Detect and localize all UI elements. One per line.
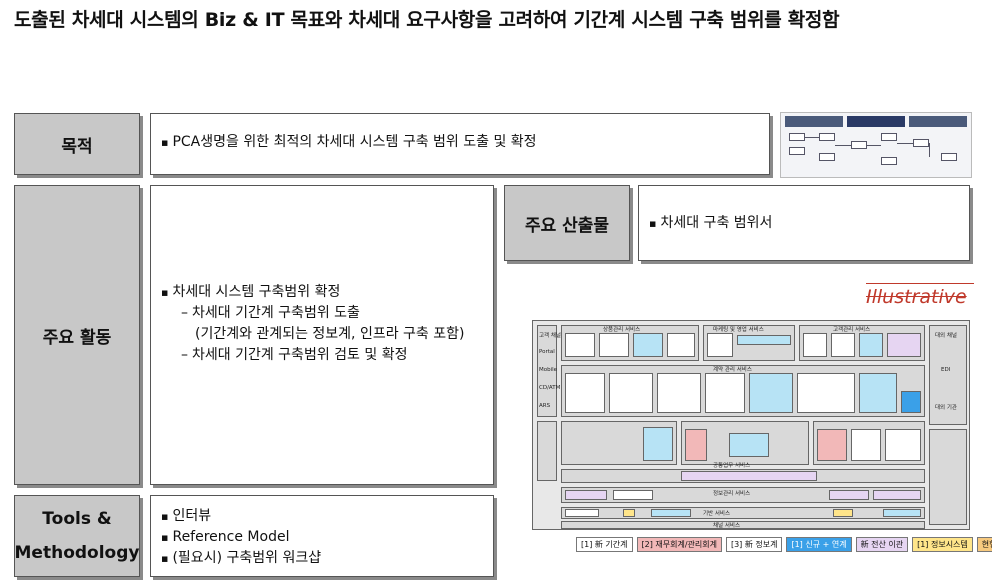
page-title: 도출된 차세대 시스템의 Biz & IT 목표와 차세대 요구사항을 고려하여… bbox=[14, 9, 840, 31]
diagram-legend: [1] 新 기간계 [2] 재무회계/관리회계 [3] 新 정보계 [1] 신규… bbox=[576, 537, 992, 552]
info-service-title: 정보관리 서비스 bbox=[713, 491, 751, 497]
purpose-label-text: 목적 bbox=[61, 136, 93, 157]
infra-service bbox=[561, 507, 925, 519]
activities-label: 주요 활동 bbox=[14, 185, 140, 485]
marketing-service-title: 마케팅 및 영업 서비스 bbox=[713, 327, 764, 333]
tools-label: Tools & Methodology bbox=[14, 495, 140, 577]
activities-sub1: 차세대 기간계 구축범위 도출 bbox=[161, 303, 483, 324]
external-1: EDI bbox=[941, 367, 951, 373]
purpose-label: 목적 bbox=[14, 113, 140, 175]
channel-2: Mobile bbox=[539, 367, 558, 373]
outputs-content: 차세대 구축 범위서 bbox=[638, 185, 970, 261]
tools-label-line1: Tools & bbox=[42, 509, 112, 529]
purpose-bullet: PCA생명을 위한 최적의 차세대 시스템 구축 범위 도출 및 확정 bbox=[161, 132, 759, 153]
legend-2: [3] 新 정보계 bbox=[725, 537, 783, 552]
tools-item-0: 인터뷰 bbox=[161, 506, 483, 527]
external-0: 대외 채널 bbox=[935, 333, 957, 339]
illustrative-label: Illustrative bbox=[866, 286, 967, 308]
activities-bullet: 차세대 시스템 구축범위 확정 bbox=[161, 282, 483, 303]
outputs-label: 주요 산출물 bbox=[504, 185, 630, 261]
tools-item-2: (필요시) 구축범위 워크샵 bbox=[161, 548, 483, 569]
process-thumbnail bbox=[780, 112, 972, 178]
channel-service bbox=[561, 521, 925, 529]
channel-0: 고객 채널 bbox=[539, 333, 561, 339]
channel-service-title: 채널 서비스 bbox=[713, 523, 741, 529]
external-2: 대외 기관 bbox=[935, 405, 957, 411]
legend-0: [1] 新 기간계 bbox=[576, 537, 633, 552]
activities-content: 차세대 시스템 구축범위 확정 차세대 기간계 구축범위 도출 (기간계와 관계… bbox=[150, 185, 494, 485]
legend-1: [2] 재무회계/관리회계 bbox=[636, 537, 722, 552]
legend-5: [1] 정보시스템 bbox=[912, 537, 973, 552]
tools-content: 인터뷰 Reference Model (필요시) 구축범위 워크샵 bbox=[150, 495, 494, 577]
contract-service-title: 계약 관리 서비스 bbox=[713, 367, 752, 373]
outputs-bullet: 차세대 구축 범위서 bbox=[649, 213, 959, 234]
tools-label-line2: Methodology bbox=[14, 543, 140, 563]
activities-label-text: 주요 활동 bbox=[42, 327, 112, 348]
channel-1: Portal bbox=[539, 349, 555, 355]
architecture-diagram: 고객 채널 Portal Mobile CD/ATM ARS 상품관리 서비스 … bbox=[532, 320, 970, 530]
customer-service-title: 고객관리 서비스 bbox=[833, 327, 871, 333]
purpose-content: PCA생명을 위한 최적의 차세대 시스템 구축 범위 도출 및 확정 bbox=[150, 113, 770, 175]
common-service-title: 공통업무 서비스 bbox=[713, 463, 751, 469]
product-service-title: 상품관리 서비스 bbox=[603, 327, 641, 333]
tools-item-1: Reference Model bbox=[161, 527, 483, 548]
legend-6: 현행유지 bbox=[976, 537, 992, 552]
activities-sub2: 차세대 기간계 구축범위 검토 및 확정 bbox=[161, 345, 483, 366]
illustrative-line bbox=[866, 283, 974, 284]
infra-service-title: 기반 서비스 bbox=[703, 511, 731, 517]
outputs-label-text: 주요 산출물 bbox=[524, 215, 610, 236]
legend-4: 新 전산 이관 bbox=[855, 537, 909, 552]
channel-3: CD/ATM bbox=[539, 385, 561, 391]
channel-4: ARS bbox=[539, 403, 551, 409]
activities-sub1-cont: (기간계와 관계되는 정보계, 인프라 구축 포함) bbox=[195, 326, 465, 342]
legend-3: [1] 신규 + 연계 bbox=[786, 537, 852, 552]
